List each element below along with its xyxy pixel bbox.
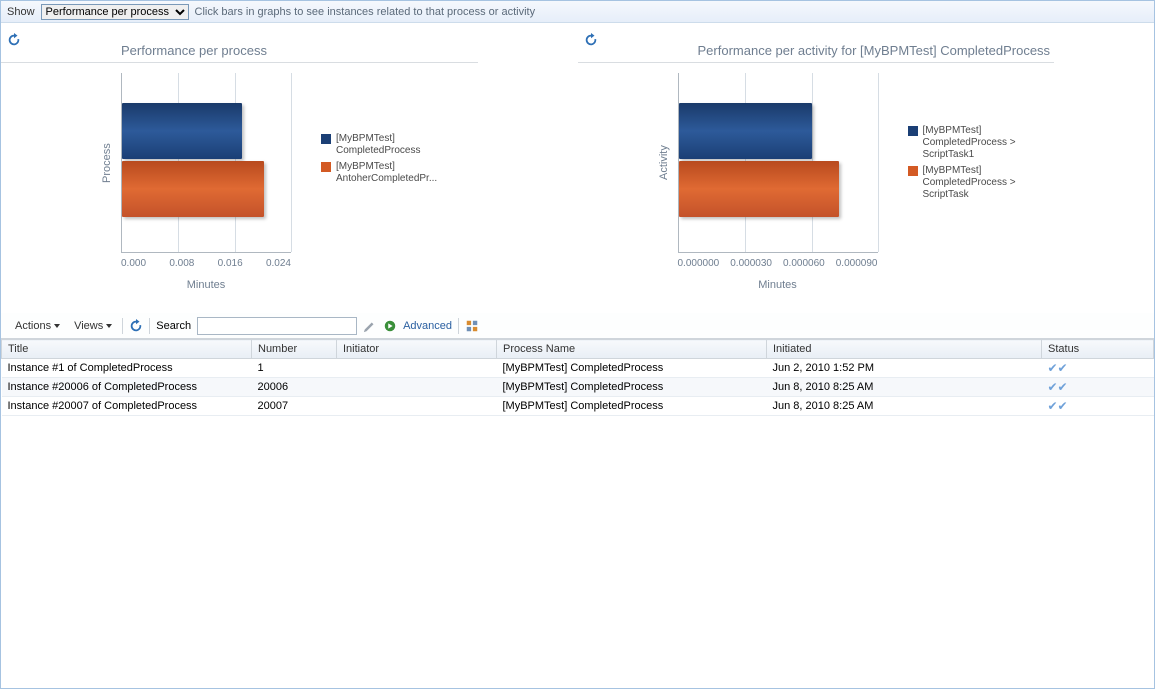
legend-item: [MyBPMTest] CompletedProcess > ScriptTas…	[908, 165, 1038, 201]
chart-bar[interactable]	[122, 103, 242, 159]
legend-swatch-icon	[908, 166, 918, 176]
legend-item: [MyBPMTest] CompletedProcess	[321, 133, 451, 157]
top-toolbar: Show Performance per process Click bars …	[1, 1, 1154, 23]
col-initiator[interactable]: Initiator	[337, 340, 497, 359]
chart-legend: [MyBPMTest] CompletedProcess > ScriptTas…	[908, 125, 1038, 313]
col-initiated[interactable]: Initiated	[767, 340, 1042, 359]
chart-process-panel: Performance per process Process 0.000 0.…	[1, 29, 578, 313]
advanced-link[interactable]: Advanced	[403, 320, 452, 332]
status-cell: ✔✔	[1042, 378, 1154, 397]
refresh-icon[interactable]	[129, 319, 143, 333]
y-axis-label: Activity	[658, 73, 678, 253]
status-cell: ✔✔	[1042, 397, 1154, 416]
show-label: Show	[7, 6, 35, 18]
chart-title: Performance per activity for [MyBPMTest]…	[578, 29, 1055, 63]
search-input[interactable]	[197, 317, 357, 335]
instances-table: Title Number Initiator Process Name Init…	[1, 339, 1154, 416]
y-axis-label: Process	[101, 73, 121, 253]
chart-bar[interactable]	[679, 103, 812, 159]
go-icon[interactable]	[383, 319, 397, 333]
x-axis-label: Minutes	[678, 279, 878, 291]
clear-icon[interactable]	[363, 319, 377, 333]
chart-title: Performance per process	[1, 29, 478, 63]
chart-bar[interactable]	[122, 161, 264, 217]
separator	[122, 318, 123, 334]
x-ticks: 0.000000 0.000030 0.000060 0.000090	[678, 258, 878, 269]
grid-toolbar: Actions Views Search Advanced	[1, 313, 1154, 339]
col-process[interactable]: Process Name	[497, 340, 767, 359]
separator	[458, 318, 459, 334]
x-axis-label: Minutes	[121, 279, 291, 291]
refresh-icon[interactable]	[7, 33, 21, 47]
col-number[interactable]: Number	[252, 340, 337, 359]
chart-bar[interactable]	[679, 161, 839, 217]
table-header-row: Title Number Initiator Process Name Init…	[2, 340, 1154, 359]
refresh-icon[interactable]	[584, 33, 598, 47]
legend-swatch-icon	[321, 162, 331, 172]
legend-swatch-icon	[321, 134, 331, 144]
settings-icon[interactable]	[465, 319, 479, 333]
legend-item: [MyBPMTest] AntoherCompletedPr...	[321, 161, 451, 185]
check-icon: ✔✔	[1048, 399, 1068, 413]
show-select[interactable]: Performance per process	[41, 4, 189, 20]
check-icon: ✔✔	[1048, 361, 1068, 375]
legend-swatch-icon	[908, 126, 918, 136]
table-row[interactable]: Instance #20006 of CompletedProcess20006…	[2, 378, 1154, 397]
col-status[interactable]: Status	[1042, 340, 1154, 359]
caret-down-icon	[106, 324, 112, 328]
legend-item: [MyBPMTest] CompletedProcess > ScriptTas…	[908, 125, 1038, 161]
views-menu[interactable]: Views	[70, 318, 116, 334]
separator	[149, 318, 150, 334]
status-cell: ✔✔	[1042, 359, 1154, 378]
hint-text: Click bars in graphs to see instances re…	[195, 6, 536, 18]
search-label: Search	[156, 320, 191, 332]
chart-legend: [MyBPMTest] CompletedProcess [MyBPMTest]…	[321, 133, 451, 313]
table-row[interactable]: Instance #1 of CompletedProcess1[MyBPMTe…	[2, 359, 1154, 378]
chart-plot[interactable]: 0.000000 0.000030 0.000060 0.000090 Minu…	[678, 73, 878, 273]
check-icon: ✔✔	[1048, 380, 1068, 394]
chart-plot[interactable]: 0.000 0.008 0.016 0.024 Minutes	[121, 73, 291, 273]
col-title[interactable]: Title	[2, 340, 252, 359]
caret-down-icon	[54, 324, 60, 328]
charts-row: Performance per process Process 0.000 0.…	[1, 23, 1154, 313]
chart-activity-panel: Performance per activity for [MyBPMTest]…	[578, 29, 1155, 313]
x-ticks: 0.000 0.008 0.016 0.024	[121, 258, 291, 269]
table-row[interactable]: Instance #20007 of CompletedProcess20007…	[2, 397, 1154, 416]
actions-menu[interactable]: Actions	[11, 318, 64, 334]
